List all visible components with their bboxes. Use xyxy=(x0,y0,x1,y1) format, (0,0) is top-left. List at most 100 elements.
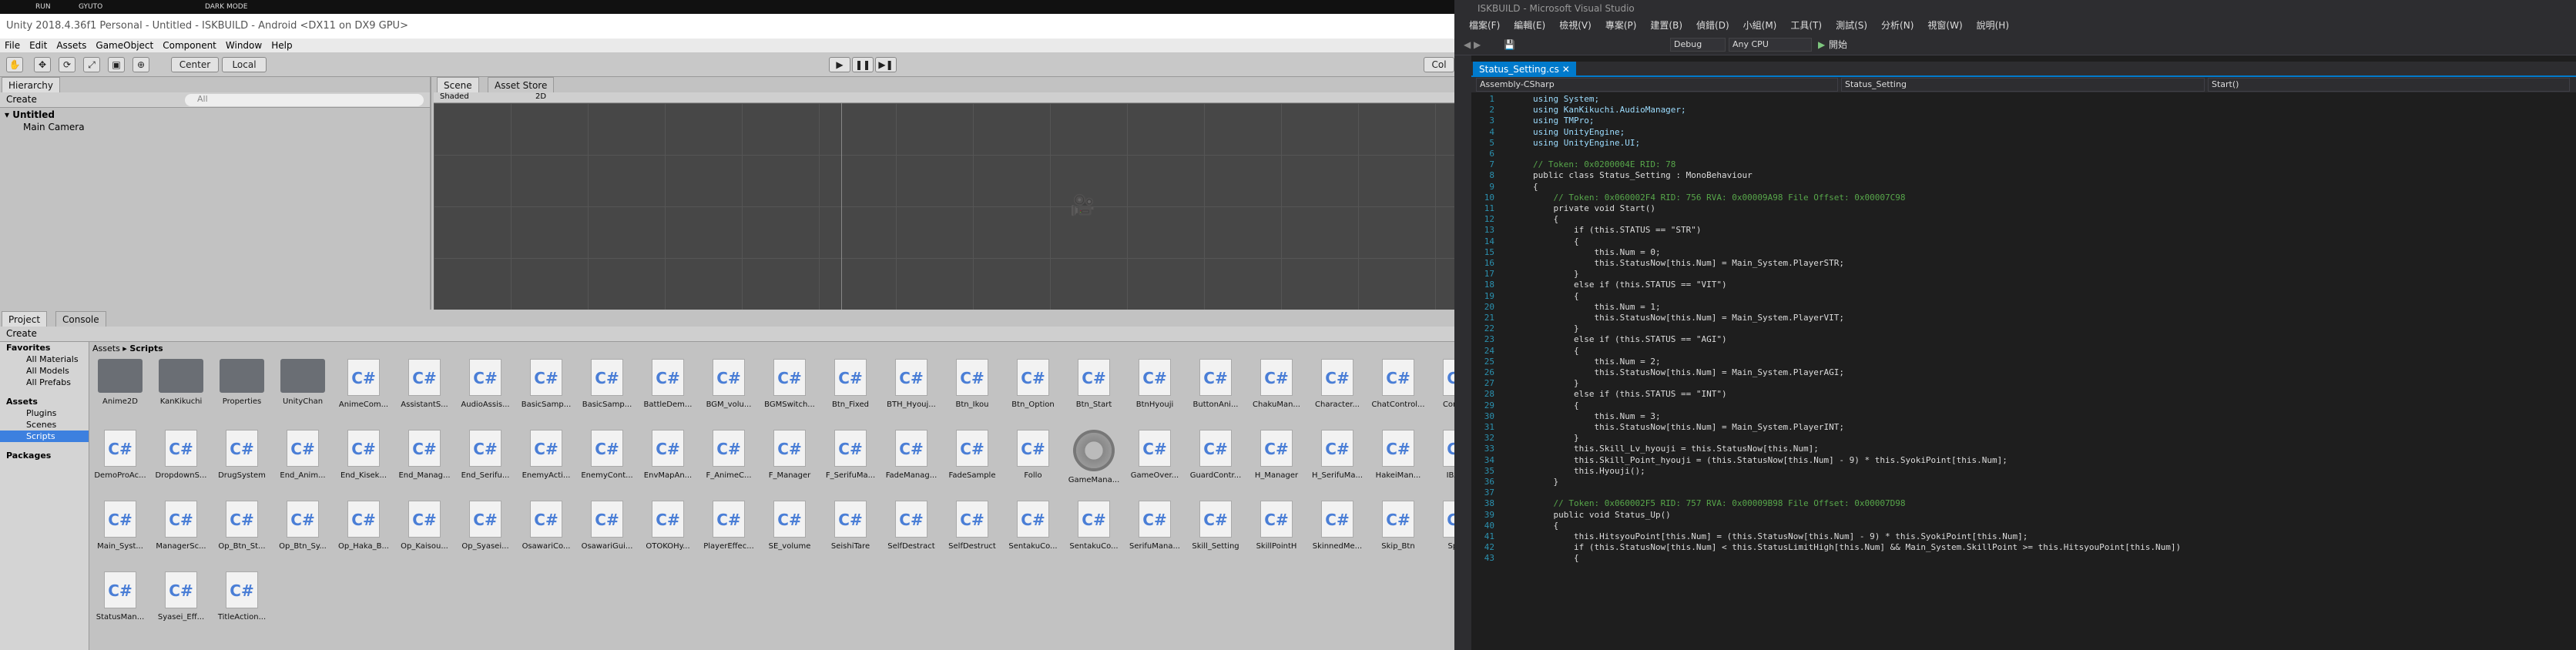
asset-item[interactable]: C# TitleAction... xyxy=(214,571,270,622)
shading-dropdown[interactable]: Shaded xyxy=(440,92,469,101)
asset-item[interactable]: C# BtnHyouji xyxy=(1127,359,1182,409)
asset-item[interactable]: C# ChakuMan... xyxy=(1249,359,1304,409)
asset-item[interactable]: C# Op_Kaisou... xyxy=(397,501,452,551)
asset-item[interactable]: C# Op_Syasei... xyxy=(458,501,513,551)
breadcrumb-item[interactable]: Assets xyxy=(92,343,120,353)
asset-item[interactable]: C# SkinnedMe... xyxy=(1310,501,1365,551)
asset-item[interactable]: C# DrugSystem xyxy=(214,430,270,480)
project-dropdown[interactable]: Assembly-CSharp xyxy=(1476,78,1838,92)
menu-item[interactable]: 檔案(F) xyxy=(1469,20,1500,31)
asset-item[interactable]: C# SkillPointH xyxy=(1249,501,1304,551)
menu-item[interactable]: 編輯(E) xyxy=(1514,20,1545,31)
asset-item[interactable]: C# Btn_Start xyxy=(1066,359,1122,409)
menu-item[interactable]: 測試(S) xyxy=(1836,20,1867,31)
asset-item[interactable]: C# OsawariCo... xyxy=(518,501,574,551)
collab-button[interactable]: Col xyxy=(1424,57,1454,72)
nav-back-icon[interactable]: ◀ ▶ xyxy=(1464,34,1481,55)
asset-item[interactable]: C# Btn_Ikou xyxy=(944,359,1000,409)
desktop-icon-label[interactable]: GYUTO xyxy=(79,3,102,11)
asset-item[interactable]: C# F_AnimeC... xyxy=(701,430,756,480)
asset-item[interactable]: C# BasicSamp... xyxy=(579,359,635,409)
tree-item[interactable]: Packages xyxy=(0,450,89,461)
asset-item[interactable]: C# End_Anim... xyxy=(275,430,330,480)
asset-item[interactable]: C# BGMSwitch... xyxy=(762,359,817,409)
asset-item[interactable]: C# GameOver... xyxy=(1127,430,1182,480)
menu-item[interactable]: 分析(N) xyxy=(1881,20,1914,31)
move-tool-icon[interactable]: ✥ xyxy=(34,57,51,72)
tab-asset-store[interactable]: Asset Store xyxy=(488,77,555,92)
asset-item[interactable]: C# Btn_Option xyxy=(1005,359,1061,409)
asset-item[interactable]: C# StatusMan... xyxy=(92,571,148,622)
asset-item[interactable]: C# EnemyActi... xyxy=(518,430,574,480)
asset-item[interactable]: C# OsawariGui... xyxy=(579,501,635,551)
asset-item[interactable]: C# SentakuCo... xyxy=(1066,501,1122,551)
asset-item[interactable]: C# End_Kisek... xyxy=(336,430,391,480)
desktop-icon-label[interactable]: RUN xyxy=(35,3,51,11)
asset-item[interactable]: C# PlayerEffec... xyxy=(701,501,756,551)
asset-item[interactable]: C# BattleDem... xyxy=(640,359,696,409)
tab-project[interactable]: Project xyxy=(2,311,48,327)
asset-item[interactable]: C# Skip_Btn xyxy=(1370,501,1426,551)
menu-item[interactable]: GameObject xyxy=(96,40,153,51)
asset-item[interactable]: C# Syasei_Eff... xyxy=(153,571,209,622)
asset-item[interactable]: C# End_Manag... xyxy=(397,430,452,480)
menu-item[interactable]: Edit xyxy=(29,40,47,51)
scene-root[interactable]: ▾ Untitled xyxy=(5,109,55,120)
asset-item[interactable]: C# ManagerSc... xyxy=(153,501,209,551)
menu-item[interactable]: 專案(P) xyxy=(1605,20,1637,31)
tree-item[interactable]: All Prefabs xyxy=(0,377,89,388)
asset-item[interactable]: C# Main_Syst... xyxy=(92,501,148,551)
asset-item[interactable]: UnityChan xyxy=(275,359,330,406)
tree-item[interactable]: All Materials xyxy=(0,353,89,365)
project-create-button[interactable]: Create xyxy=(6,328,37,339)
menu-item[interactable]: Assets xyxy=(56,40,86,51)
asset-item[interactable]: Anime2D xyxy=(92,359,148,406)
hierarchy-item[interactable]: Main Camera xyxy=(23,122,85,132)
pause-button[interactable]: ❚❚ xyxy=(852,57,874,72)
asset-item[interactable]: C# FadeManag... xyxy=(884,430,939,480)
breadcrumb-item[interactable]: Scripts xyxy=(129,343,163,353)
asset-item[interactable]: C# HakeiMan... xyxy=(1370,430,1426,480)
asset-item[interactable]: C# ChatControl... xyxy=(1370,359,1426,409)
tree-item[interactable]: Assets xyxy=(0,396,89,407)
asset-item[interactable]: C# BasicSamp... xyxy=(518,359,574,409)
asset-item[interactable]: Properties xyxy=(214,359,270,406)
asset-item[interactable]: C# GuardContr... xyxy=(1188,430,1243,480)
tree-item[interactable]: Scripts xyxy=(0,431,89,442)
menu-item[interactable]: 檢視(V) xyxy=(1559,20,1592,31)
menu-item[interactable]: Component xyxy=(163,40,216,51)
tab-scene[interactable]: Scene xyxy=(437,77,479,92)
asset-item[interactable]: C# H_SerifuMa... xyxy=(1310,430,1365,480)
asset-item[interactable]: C# AssistantS... xyxy=(397,359,452,409)
rect-tool-icon[interactable]: ▣ xyxy=(108,57,125,72)
asset-item[interactable]: C# SerifuMana... xyxy=(1127,501,1182,551)
asset-item[interactable]: C# SeishiTare xyxy=(823,501,878,551)
start-icon[interactable]: ▶ xyxy=(1818,34,1825,55)
vs-side-toolbox[interactable] xyxy=(1454,55,1471,650)
asset-item[interactable]: C# Character... xyxy=(1310,359,1365,409)
pivot-center-button[interactable]: Center xyxy=(171,57,219,72)
tree-item[interactable]: Plugins xyxy=(0,407,89,419)
menu-item[interactable]: Window xyxy=(226,40,262,51)
menu-item[interactable]: 建置(B) xyxy=(1650,20,1682,31)
play-button[interactable]: ▶ xyxy=(829,57,850,72)
save-icon[interactable]: 💾 xyxy=(1504,34,1515,55)
menu-item[interactable]: 偵錯(D) xyxy=(1696,20,1729,31)
config-dropdown[interactable]: Debug xyxy=(1670,38,1726,52)
asset-item[interactable]: C# BGM_volu... xyxy=(701,359,756,409)
asset-item[interactable]: C# Btn_Fixed xyxy=(823,359,878,409)
asset-item[interactable]: GameMana... xyxy=(1066,430,1122,484)
platform-dropdown[interactable]: Any CPU xyxy=(1729,38,1812,52)
menu-item[interactable]: 說明(H) xyxy=(1977,20,2009,31)
tab-console[interactable]: Console xyxy=(55,311,106,327)
desktop-icon-label[interactable]: DARK MODE xyxy=(205,3,247,11)
menu-item[interactable]: 視窗(W) xyxy=(1927,20,1962,31)
asset-item[interactable]: C# SelfDestruct xyxy=(944,501,1000,551)
menu-item[interactable]: 工具(T) xyxy=(1790,20,1822,31)
tree-item[interactable]: Scenes xyxy=(0,419,89,431)
asset-item[interactable]: C# F_Manager xyxy=(762,430,817,480)
asset-item[interactable]: C# Op_Haka_B... xyxy=(336,501,391,551)
asset-item[interactable]: C# H_Manager xyxy=(1249,430,1304,480)
asset-item[interactable]: C# AudioAssis... xyxy=(458,359,513,409)
asset-item[interactable]: C# FadeSample xyxy=(944,430,1000,480)
